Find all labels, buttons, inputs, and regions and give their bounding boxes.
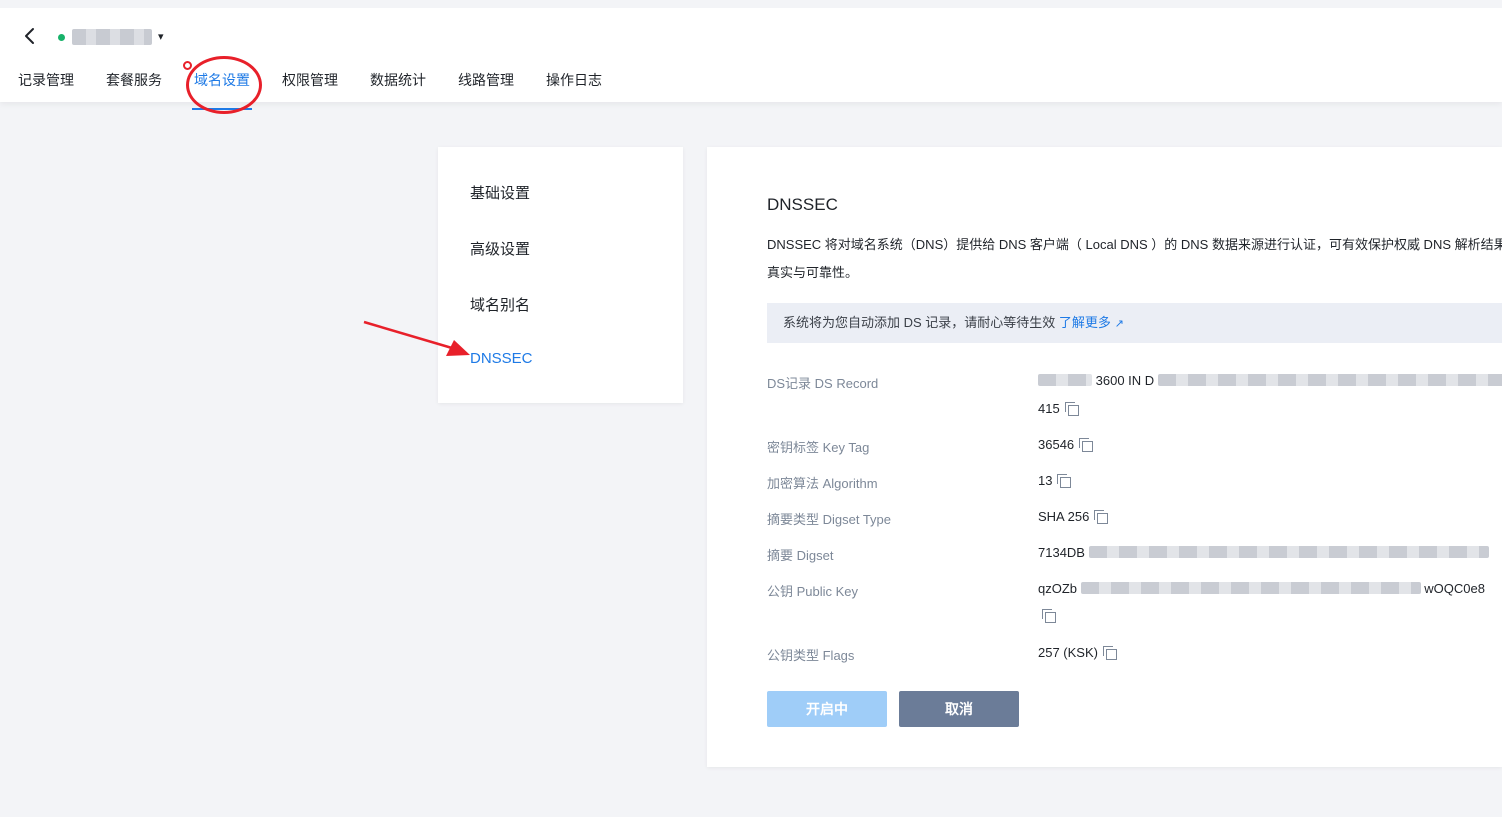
digest-label: 摘要 Digset [767,548,834,563]
tab-permissions[interactable]: 权限管理 [282,72,338,110]
copy-icon[interactable] [1042,609,1056,623]
digest-value: 7134DB [1038,545,1489,560]
copy-icon[interactable] [1102,646,1117,660]
flags-label: 公钥类型 Flags [767,648,855,663]
copy-icon[interactable] [1064,402,1079,416]
public-key-label: 公钥 Public Key [767,584,859,599]
enabling-button[interactable]: 开启中 [767,691,887,727]
side-item-domain-alias[interactable]: 域名别名 [470,294,530,315]
tab-statistics[interactable]: 数据统计 [370,72,426,110]
external-link-icon: ↗ [1114,318,1124,330]
redacted-text [1080,582,1421,594]
redacted-text [1088,546,1489,558]
learn-more-link[interactable]: 了解更多 ↗ [1059,315,1124,330]
panel-title: DNSSEC [767,195,838,214]
tab-plan-services[interactable]: 套餐服务 [106,72,162,110]
redacted-text [1157,374,1502,386]
side-item-advanced-settings[interactable]: 高级设置 [470,238,530,259]
domain-name-redacted [72,29,152,45]
ds-record-value: 3600 IN D [1038,373,1502,388]
tab-records[interactable]: 记录管理 [18,72,74,110]
side-item-dnssec[interactable]: DNSSEC [470,350,533,367]
notice-text: 系统将为您自动添加 DS 记录，请耐心等待生效 [783,315,1056,330]
ds-record-value-mid: 3600 IN D [1095,373,1155,388]
ds-record-label: DS记录 DS Record [767,376,879,391]
public-key-copy [1038,608,1056,623]
public-key-value: qzOZb wOQC0e8 [1038,581,1485,596]
settings-side-menu: 基础设置 高级设置 域名别名 DNSSEC [438,147,683,403]
copy-icon[interactable] [1057,474,1072,488]
domain-dropdown-caret-icon[interactable]: ▾ [158,30,164,43]
info-notice: 系统将为您自动添加 DS 记录，请耐心等待生效 了解更多 ↗ [767,303,1502,343]
key-tag-value: 36546 [1038,437,1094,452]
side-item-basic-settings[interactable]: 基础设置 [470,182,530,203]
top-bar: ▾ 记录管理 套餐服务 域名设置 权限管理 数据统计 线路管理 操作日志 [0,0,1502,110]
cancel-button[interactable]: 取消 [899,691,1019,727]
status-dot [58,34,65,41]
copy-icon[interactable] [1079,438,1094,452]
tab-lines[interactable]: 线路管理 [458,72,514,110]
panel-description: DNSSEC 将对域名系统（DNS）提供给 DNS 客户端（ Local DNS… [767,237,1502,280]
redacted-text [1038,374,1092,386]
key-tag-label: 密钥标签 Key Tag [767,440,870,455]
ds-record-value-line2: 415 [1038,401,1079,416]
notification-dot [183,61,192,70]
tab-bar: 记录管理 套餐服务 域名设置 权限管理 数据统计 线路管理 操作日志 [18,72,634,110]
tab-domain-settings[interactable]: 域名设置 [192,72,252,110]
tab-operation-log[interactable]: 操作日志 [546,72,602,110]
digest-type-value: SHA 256 [1038,509,1109,524]
copy-icon[interactable] [1094,510,1109,524]
dnssec-panel: DNSSEC DNSSEC 将对域名系统（DNS）提供给 DNS 客户端（ Lo… [707,147,1502,767]
chevron-left-icon[interactable] [20,26,40,46]
digest-type-label: 摘要类型 Digset Type [767,512,892,527]
flags-value: 257 (KSK) [1038,645,1117,660]
algorithm-value: 13 [1038,473,1072,488]
algorithm-label: 加密算法 Algorithm [767,476,878,491]
